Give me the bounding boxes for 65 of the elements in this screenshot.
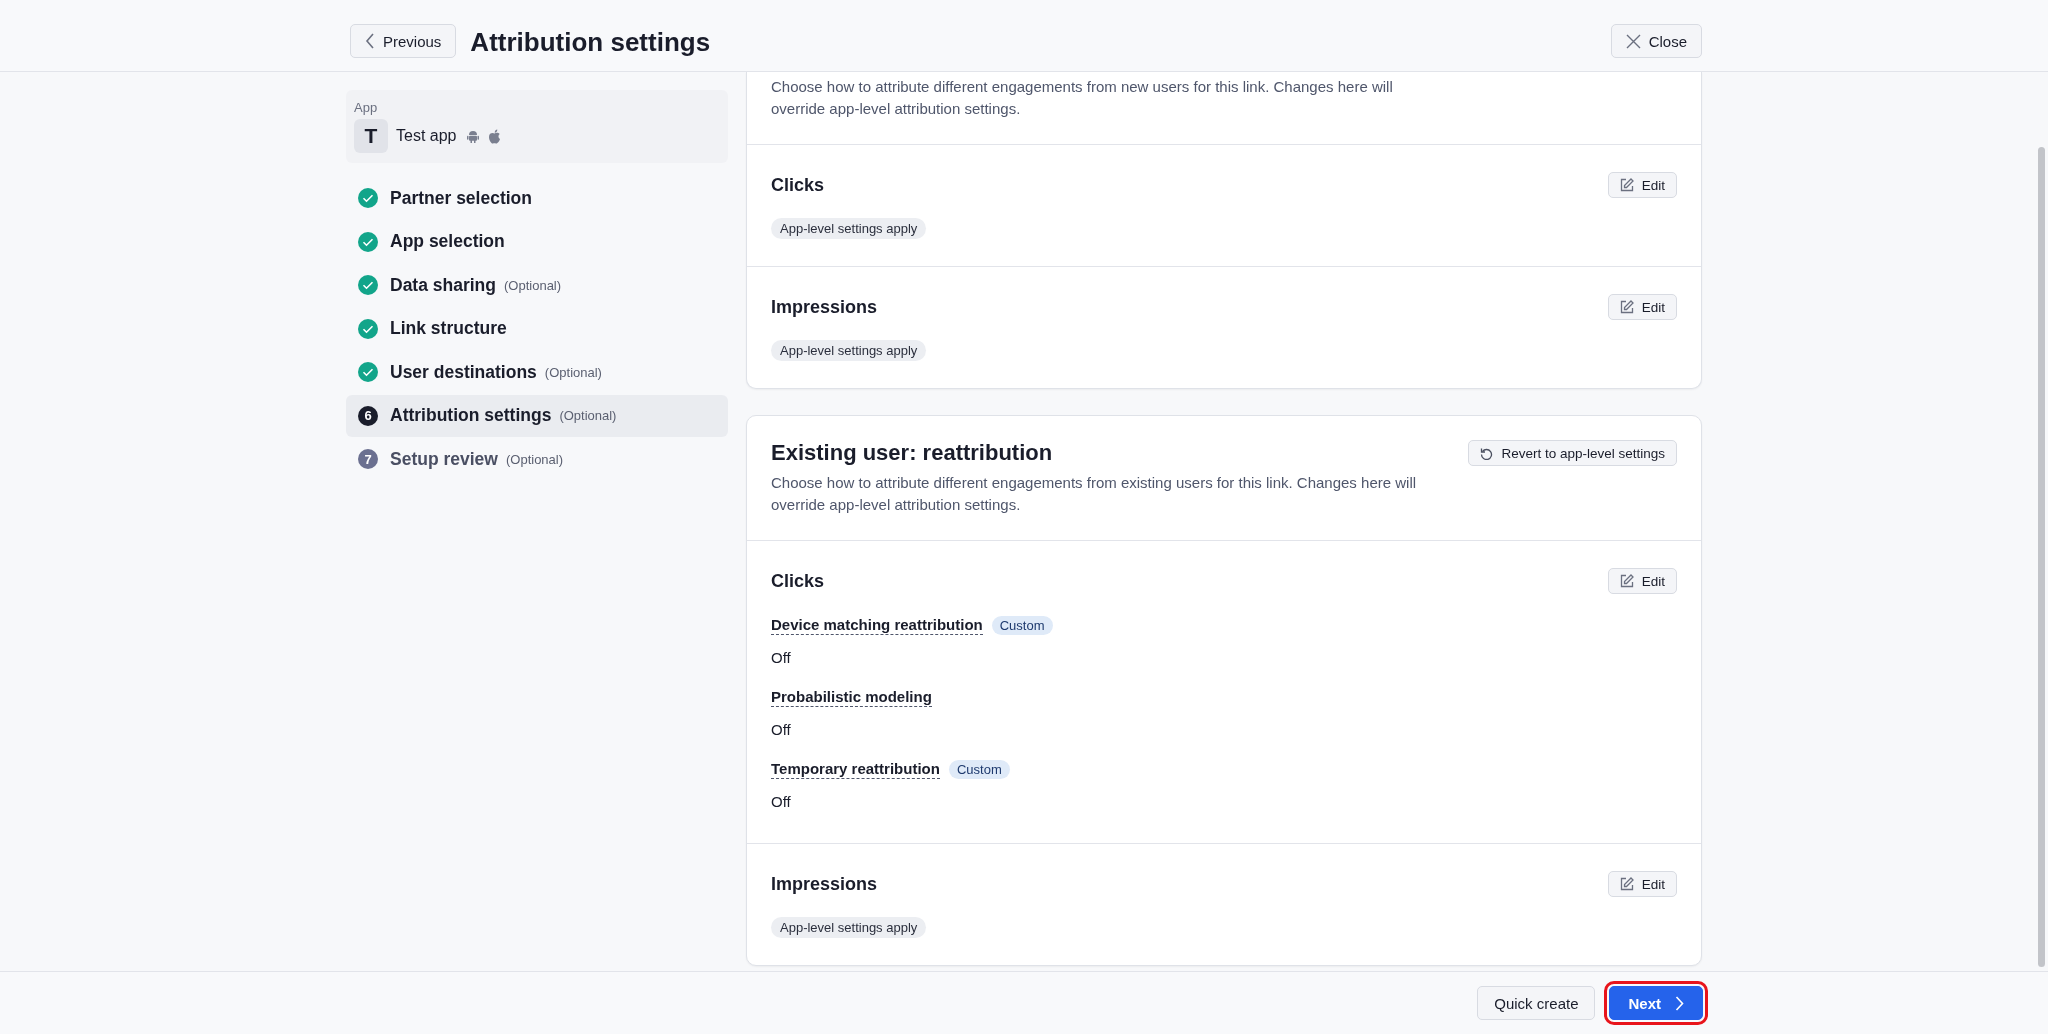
step-label: Setup review xyxy=(390,448,498,470)
previous-button[interactable]: Previous xyxy=(350,24,457,58)
group-title: Clicks xyxy=(771,570,825,592)
edit-button[interactable]: Edit xyxy=(1607,172,1677,198)
close-button[interactable]: Close xyxy=(1610,24,1702,58)
page-title: Attribution settings xyxy=(470,27,712,58)
apple-icon xyxy=(488,128,502,144)
group-title: Impressions xyxy=(771,873,878,895)
edit-icon xyxy=(1619,574,1634,588)
step-label: Attribution settings xyxy=(390,405,552,427)
setting-name[interactable]: Temporary reattribution xyxy=(771,760,940,779)
custom-badge: Custom xyxy=(991,616,1053,635)
step-number: 6 xyxy=(358,405,378,426)
setting-name[interactable]: Probabilistic modeling xyxy=(771,688,932,707)
step-item[interactable]: Link structure xyxy=(346,307,728,350)
optional-label: (Optional) xyxy=(559,408,617,424)
section-title: Existing user: reattribution xyxy=(771,440,1054,466)
revert-button[interactable]: Revert to app-level settings xyxy=(1468,440,1677,466)
section-description: Choose how to attribute different engagements from existing users for this link. Changes here will override app-level attribution settings. xyxy=(771,473,1418,515)
edit-icon xyxy=(1619,300,1634,314)
step-label: Data sharing xyxy=(390,274,496,296)
edit-icon xyxy=(1619,877,1634,891)
step-item[interactable]: User destinations (Optional) xyxy=(346,351,728,394)
step-item[interactable]: Partner selection xyxy=(346,177,728,220)
check-circle-icon xyxy=(358,275,378,296)
group-title: Clicks xyxy=(771,174,825,196)
status-tag: App-level settings apply xyxy=(771,340,927,361)
scrollbar[interactable] xyxy=(2038,147,2045,967)
optional-label: (Optional) xyxy=(505,451,564,467)
edit-button[interactable]: Edit xyxy=(1607,294,1677,320)
step-number: 7 xyxy=(358,449,378,470)
step-label: User destinations xyxy=(390,361,537,383)
app-avatar: T xyxy=(354,119,388,153)
chevron-left-icon xyxy=(365,33,375,49)
check-circle-icon xyxy=(358,188,378,209)
check-circle-icon xyxy=(358,362,378,383)
group-title: Impressions xyxy=(771,296,878,318)
edit-button[interactable]: Edit xyxy=(1607,871,1677,897)
step-item[interactable]: App selection xyxy=(346,220,728,263)
edit-icon xyxy=(1619,178,1634,192)
step-label: Link structure xyxy=(390,318,507,340)
edit-button[interactable]: Edit xyxy=(1607,568,1677,594)
chevron-right-icon xyxy=(1675,995,1684,1011)
quick-create-button[interactable]: Quick create xyxy=(1477,986,1596,1020)
check-circle-icon xyxy=(358,231,378,252)
optional-label: (Optional) xyxy=(504,277,562,293)
check-circle-icon xyxy=(358,318,378,339)
setting-value: Off xyxy=(771,721,792,738)
app-name: Test app xyxy=(396,127,457,145)
section-description: Choose how to attribute different engagements from new users for this link. Changes here will override app-level attribution settings. xyxy=(771,77,1394,119)
step-item[interactable]: Data sharing (Optional) xyxy=(346,264,728,307)
setting-value: Off xyxy=(771,793,792,810)
status-tag: App-level settings apply xyxy=(771,917,927,938)
step-item[interactable]: 6 Attribution settings (Optional) xyxy=(346,394,728,437)
step-item[interactable]: 7 Setup review (Optional) xyxy=(346,438,728,481)
android-icon xyxy=(466,129,481,143)
step-label: App selection xyxy=(390,231,505,253)
custom-badge: Custom xyxy=(948,760,1010,779)
setting-value: Off xyxy=(771,649,792,666)
step-label: Partner selection xyxy=(390,187,532,209)
optional-label: (Optional) xyxy=(544,364,602,380)
setting-name[interactable]: Device matching reattribution xyxy=(771,616,983,635)
status-tag: App-level settings apply xyxy=(771,218,927,239)
close-icon xyxy=(1625,33,1641,49)
app-label: App xyxy=(354,100,379,115)
